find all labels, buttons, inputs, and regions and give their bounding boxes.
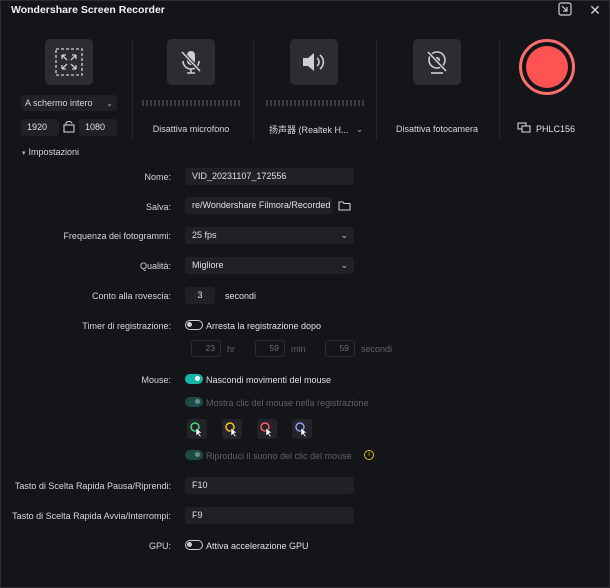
folder-icon[interactable]: [338, 200, 351, 213]
divider: [376, 41, 377, 141]
name-label: Nome:: [144, 172, 171, 182]
system-audio-toggle-button[interactable]: [290, 39, 338, 85]
speaker-level-meter: [266, 100, 364, 106]
cursor-style-red[interactable]: [257, 419, 277, 439]
timer-hours-input[interactable]: 23: [191, 340, 221, 357]
quality-dropdown[interactable]: Migliore ⌄: [185, 257, 354, 274]
gpu-toggle[interactable]: [185, 540, 203, 550]
countdown-input[interactable]: 3: [185, 287, 215, 304]
microphone-level-meter: [142, 100, 240, 106]
cursor-green-icon: [190, 422, 203, 438]
hide-mouse-toggle[interactable]: [185, 374, 203, 384]
window-title: Wondershare Screen Recorder: [11, 4, 165, 16]
countdown-unit: secondi: [225, 291, 257, 301]
microphone-muted-icon: [180, 50, 202, 74]
area-select-button[interactable]: [45, 39, 93, 85]
close-icon[interactable]: ✕: [587, 2, 603, 18]
camera-label: Disattiva fotocamera: [395, 124, 479, 134]
record-button[interactable]: [519, 39, 575, 95]
picture-in-picture-icon[interactable]: [557, 2, 573, 18]
countdown-label: Conto alla rovescia:: [91, 291, 171, 301]
settings-header-label: Impostazioni: [28, 147, 80, 157]
display-select-icon[interactable]: [517, 122, 531, 136]
area-mode-dropdown[interactable]: A schermo intero ⌄: [21, 95, 117, 111]
camera-toggle-button[interactable]: [413, 39, 461, 85]
timer-label: Timer di registrazione:: [82, 321, 171, 331]
quality-value: Migliore: [192, 260, 224, 270]
aspect-lock-icon[interactable]: [63, 121, 75, 135]
fps-label: Frequenza dei fotogrammi:: [63, 231, 171, 241]
gpu-toggle-label: Attiva accelerazione GPU: [206, 541, 309, 551]
speaker-device-value: 扬声器 (Realtek H...: [269, 124, 349, 135]
hotkey-pause-label: Tasto di Scelta Rapida Pausa/Riprendi:: [14, 481, 171, 491]
fullscreen-area-icon: [55, 48, 83, 76]
quality-label: Qualità:: [139, 261, 171, 271]
save-label: Salva:: [145, 202, 171, 212]
timer-toggle-label: Arresta la registrazione dopo: [206, 321, 322, 331]
record-icon: [526, 46, 568, 88]
chevron-down-icon: ⌄: [356, 124, 363, 134]
click-sound-toggle[interactable]: [185, 450, 203, 460]
microphone-label: Disattiva microfono: [152, 124, 230, 134]
save-path-input[interactable]: re/Wondershare Filmora/Recorded: [185, 197, 332, 214]
cursor-style-green[interactable]: [187, 419, 207, 439]
timer-seconds-unit: secondi: [361, 344, 393, 354]
speaker-icon: [303, 53, 325, 71]
mouse-label: Mouse:: [141, 375, 171, 385]
divider: [132, 41, 133, 141]
cursor-style-yellow[interactable]: [222, 419, 242, 439]
area-mode-value: A schermo intero: [25, 98, 93, 108]
display-label[interactable]: PHLC156: [536, 124, 575, 134]
timer-minutes-unit: min: [291, 344, 306, 354]
hotkey-start-label: Tasto di Scelta Rapida Avvia/Interrompi:: [12, 511, 171, 521]
fps-dropdown[interactable]: 25 fps ⌄: [185, 227, 354, 244]
timer-seconds-input[interactable]: 59: [325, 340, 355, 357]
area-height-input[interactable]: 1080: [79, 119, 117, 136]
click-sound-label: Riproduci il suono del clic del mouse: [206, 451, 352, 461]
collapse-caret-icon: ▾: [22, 150, 26, 157]
microphone-toggle-button[interactable]: [167, 39, 215, 85]
cursor-blue-icon: [295, 422, 308, 438]
timer-hours-unit: hr: [227, 344, 236, 354]
speaker-device-dropdown[interactable]: 扬声器 (Realtek H... ⌄: [269, 122, 363, 136]
info-icon[interactable]: i: [364, 450, 374, 460]
gpu-label: GPU:: [148, 541, 171, 551]
settings-header[interactable]: ▾ Impostazioni: [22, 147, 79, 157]
show-clicks-toggle[interactable]: [185, 397, 203, 407]
timer-toggle[interactable]: [185, 320, 203, 330]
fps-value: 25 fps: [192, 230, 217, 240]
camera-off-icon: [426, 50, 448, 74]
chevron-down-icon: ⌄: [340, 230, 348, 240]
hotkey-start-input[interactable]: F9: [185, 507, 354, 524]
divider: [499, 41, 500, 141]
show-clicks-label: Mostra clic del mouse nella registrazion…: [206, 398, 369, 408]
divider: [253, 41, 254, 141]
chevron-down-icon: ⌄: [340, 260, 348, 270]
name-input[interactable]: VID_20231107_172556: [185, 168, 354, 185]
chevron-down-icon: ⌄: [106, 98, 113, 108]
hide-mouse-label: Nascondi movimenti del mouse: [206, 375, 332, 385]
cursor-red-icon: [260, 422, 273, 438]
timer-minutes-input[interactable]: 59: [255, 340, 285, 357]
recorder-window: Wondershare Screen Recorder ✕ A schermo …: [0, 0, 610, 588]
area-width-input[interactable]: 1920: [21, 119, 59, 136]
cursor-style-blue[interactable]: [292, 419, 312, 439]
hotkey-pause-input[interactable]: F10: [185, 477, 354, 494]
cursor-yellow-icon: [225, 422, 238, 438]
